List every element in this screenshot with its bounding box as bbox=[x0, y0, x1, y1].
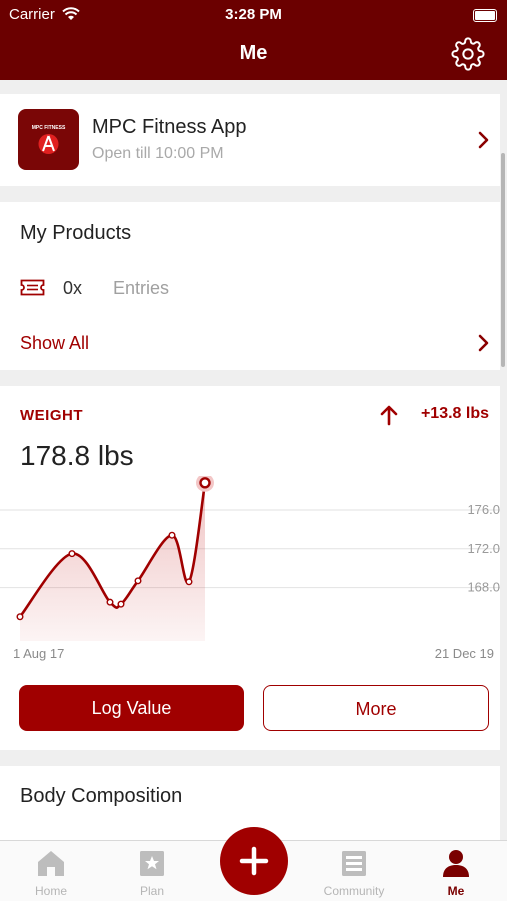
data-point bbox=[106, 598, 114, 606]
products-count: 0x bbox=[63, 278, 83, 298]
tab-label: Home bbox=[34, 884, 67, 898]
data-point bbox=[16, 613, 24, 621]
y-tick-label: 168.0 bbox=[467, 580, 500, 595]
log-value-button[interactable]: Log Value bbox=[19, 685, 244, 731]
gym-logo: MPC FITNESS bbox=[18, 109, 79, 170]
arrow-up-icon bbox=[380, 405, 398, 426]
nav-bar: Me bbox=[0, 30, 507, 80]
chevron-right-icon[interactable] bbox=[476, 334, 490, 352]
weight-delta: +13.8 lbs bbox=[420, 405, 489, 422]
gym-hours: Open till 10:00 PM bbox=[92, 145, 224, 162]
status-time: 3:28 PM bbox=[225, 6, 282, 23]
gym-name: MPC Fitness App bbox=[92, 116, 247, 138]
more-button[interactable]: More bbox=[263, 685, 489, 731]
data-point bbox=[68, 550, 76, 558]
tab-label: Plan bbox=[139, 884, 165, 898]
weight-label: WEIGHT bbox=[20, 407, 83, 424]
person-icon bbox=[443, 850, 469, 877]
page-title: Me bbox=[239, 42, 268, 64]
data-point bbox=[117, 600, 125, 608]
home-icon bbox=[38, 851, 64, 876]
data-point bbox=[185, 578, 193, 586]
add-button[interactable] bbox=[220, 827, 288, 895]
chevron-right-icon bbox=[478, 131, 489, 149]
community-icon bbox=[342, 851, 366, 876]
tab-label: Community bbox=[323, 884, 385, 898]
weight-value: 178.8 lbs bbox=[20, 440, 134, 471]
chart-area bbox=[20, 482, 205, 641]
tab-home[interactable]: Home bbox=[11, 841, 91, 901]
tab-plan[interactable]: Plan bbox=[112, 841, 192, 901]
entries-label: Entries bbox=[113, 278, 170, 298]
body-composition-title: Body Composition bbox=[20, 785, 183, 807]
data-point bbox=[199, 477, 211, 489]
status-bar: Carrier 3:28 PM bbox=[0, 0, 507, 30]
data-point bbox=[168, 531, 176, 539]
tab-label: Me bbox=[447, 884, 465, 898]
x-tick-label: 1 Aug 17 bbox=[13, 646, 64, 661]
products-title: My Products bbox=[20, 222, 132, 244]
scrollbar[interactable] bbox=[501, 153, 505, 367]
gym-card[interactable]: MPC FITNESS MPC Fitness App Open till 10… bbox=[0, 94, 500, 186]
gym-logo-text: MPC FITNESS bbox=[32, 125, 66, 131]
products-card: My Products 0x Entries Show All bbox=[0, 202, 500, 370]
tab-me[interactable]: Me bbox=[416, 841, 496, 901]
battery-icon bbox=[473, 9, 497, 22]
ticket-icon bbox=[20, 279, 45, 296]
show-all-link[interactable]: Show All bbox=[20, 333, 89, 354]
plan-icon bbox=[140, 851, 164, 876]
x-tick-label: 21 Dec 19 bbox=[435, 646, 494, 661]
data-point bbox=[134, 577, 142, 585]
tab-community[interactable]: Community bbox=[314, 841, 394, 901]
gym-logo-graphic: MPC FITNESS bbox=[32, 125, 66, 154]
gear-icon[interactable] bbox=[451, 37, 485, 71]
y-tick-label: 176.0 bbox=[467, 502, 500, 517]
y-tick-label: 172.0 bbox=[467, 541, 500, 556]
weight-chart: 176.0 172.0 168.0 1 Aug 17 21 Dec 19 bbox=[0, 476, 500, 661]
plus-icon bbox=[239, 846, 269, 876]
weight-card: WEIGHT +13.8 lbs 178.8 lbs 176.0 172.0 168… bbox=[0, 386, 500, 750]
